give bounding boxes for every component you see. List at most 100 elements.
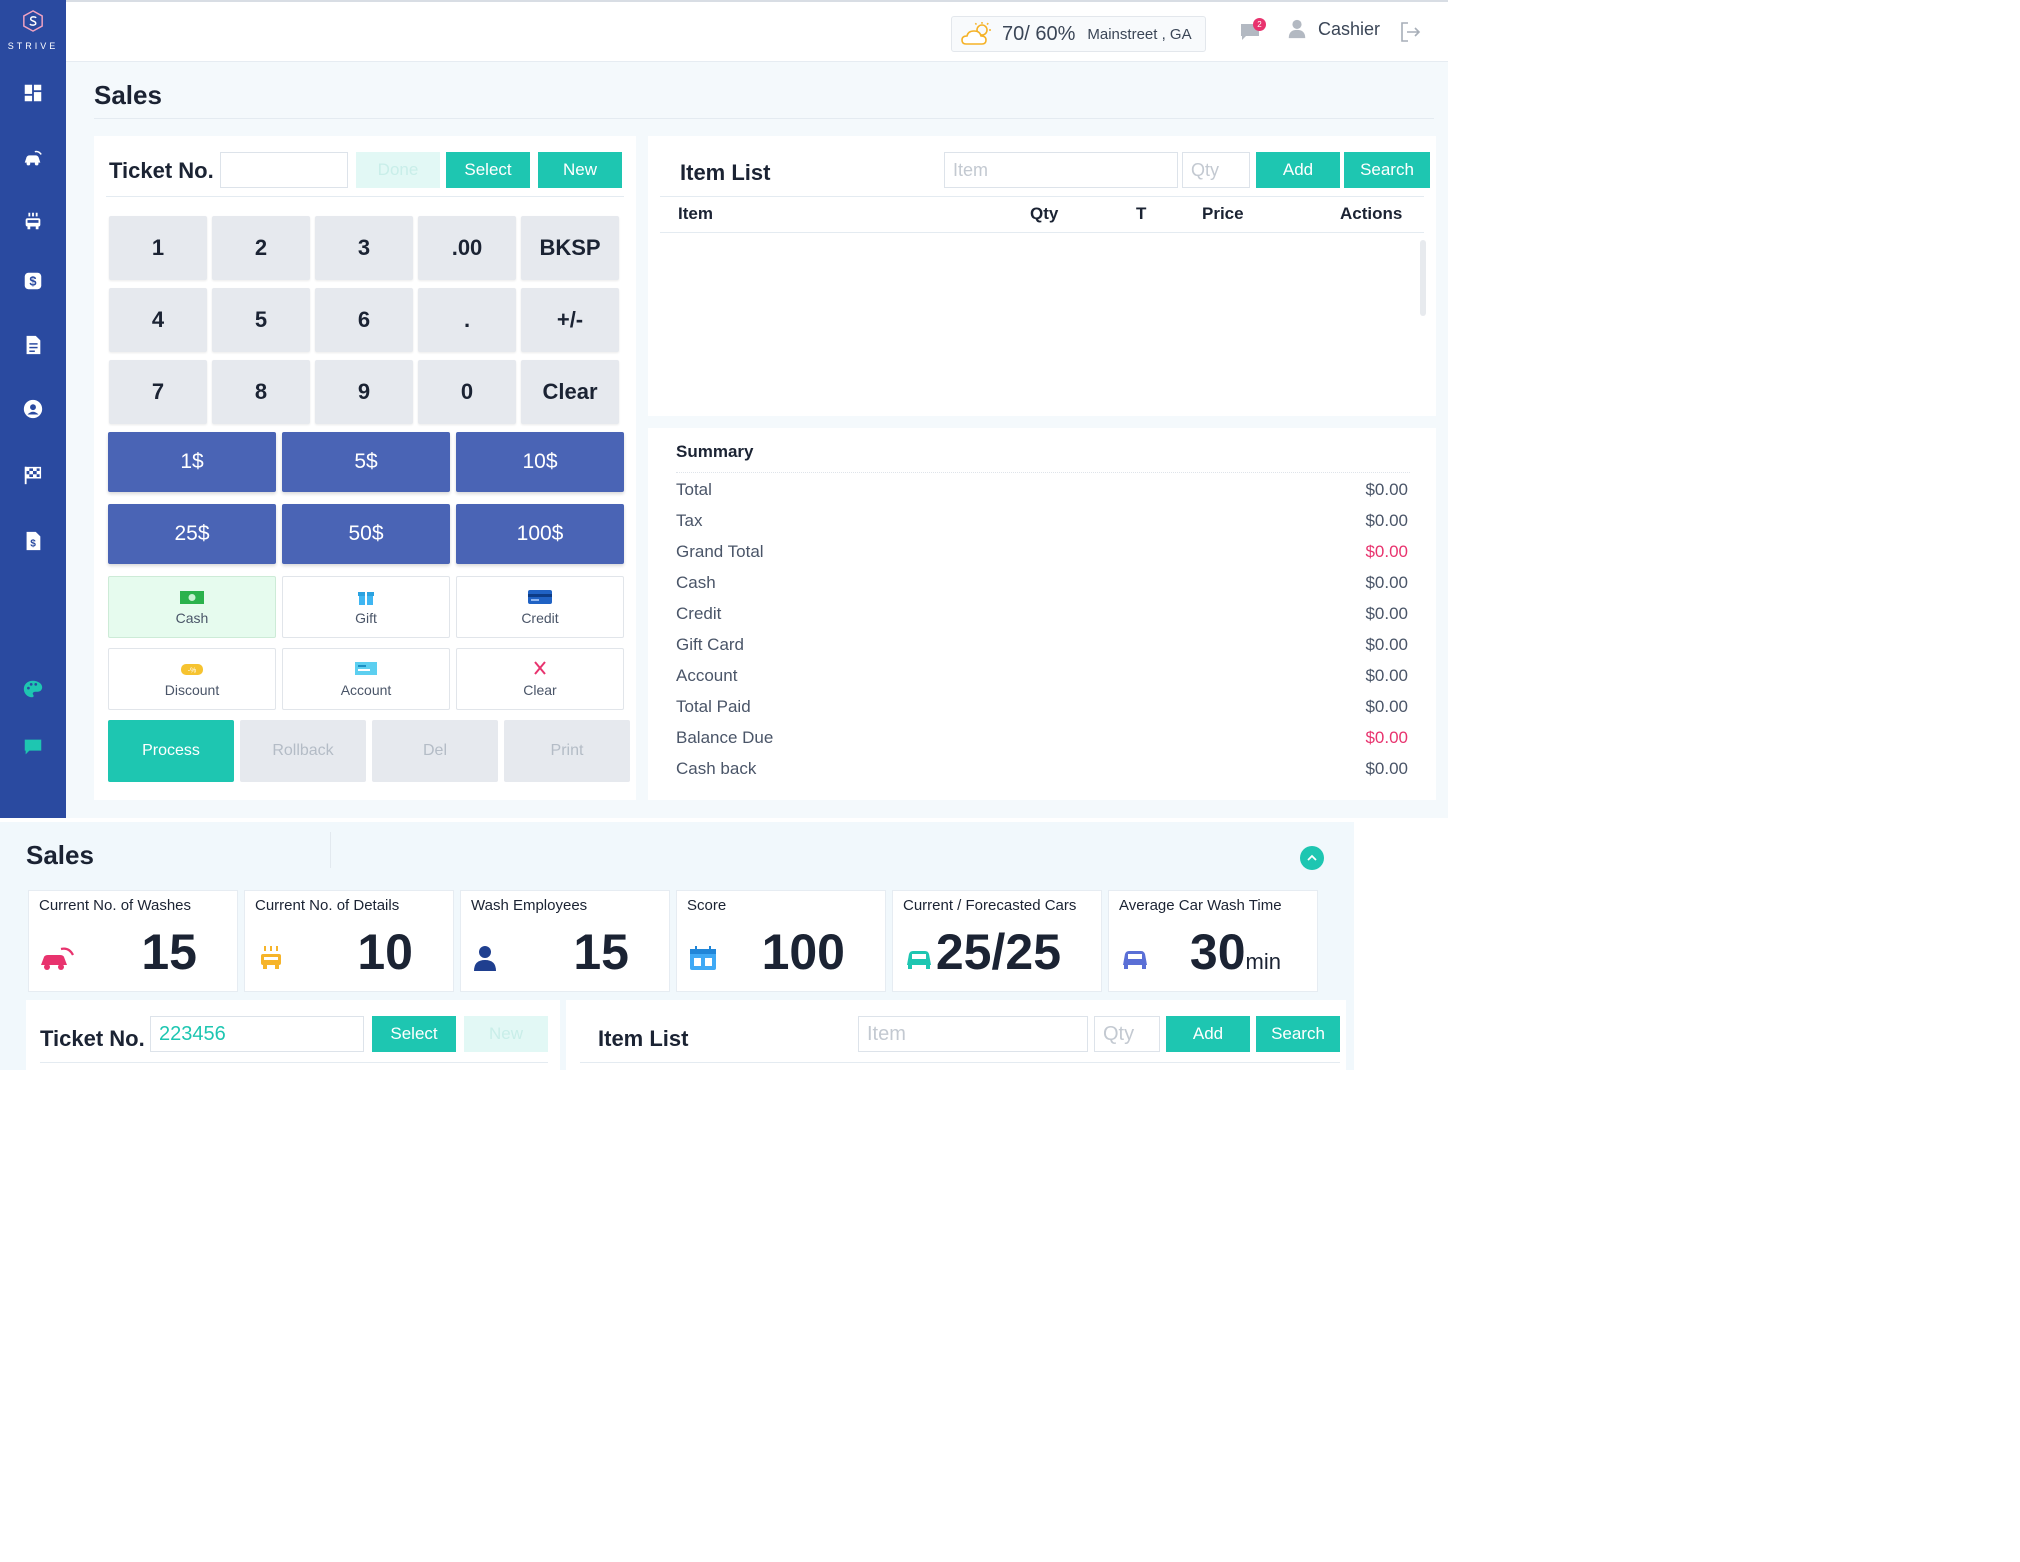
key-0[interactable]: 0: [418, 360, 516, 424]
item-list-header-divider: [660, 232, 1424, 233]
add-item-button[interactable]: Add: [1256, 152, 1340, 188]
column-item: Item: [678, 204, 713, 223]
rollback-button[interactable]: Rollback: [240, 720, 366, 782]
key-5[interactable]: 5: [212, 288, 310, 352]
key-4[interactable]: 4: [109, 288, 207, 352]
collapse-button[interactable]: [1300, 846, 1324, 870]
clear-payment-button[interactable]: Clear: [456, 648, 624, 710]
cash-1-button[interactable]: 1$: [108, 432, 276, 492]
cash-10-button[interactable]: 10$: [456, 432, 624, 492]
cash-50-button[interactable]: 50$: [282, 504, 450, 564]
key-7[interactable]: 7: [109, 360, 207, 424]
weather-temperature: 70/ 60%: [1002, 22, 1076, 45]
item-list-scrollbar[interactable]: [1420, 240, 1426, 316]
cash-5-button[interactable]: 5$: [282, 432, 450, 492]
key-6[interactable]: 6: [315, 288, 413, 352]
item-search-input[interactable]: [858, 1016, 1088, 1052]
sidebar-item-messages[interactable]: [20, 734, 46, 760]
print-button[interactable]: Print: [504, 720, 630, 782]
cash-icon: [180, 591, 204, 604]
payment-gift-button[interactable]: Gift: [282, 576, 450, 638]
key-3[interactable]: 3: [315, 216, 413, 280]
summary-label: Total: [676, 480, 712, 499]
key-dot[interactable]: .: [418, 288, 516, 352]
sidebar-item-theme[interactable]: [20, 676, 46, 702]
summary-value: $0.00: [1365, 480, 1408, 499]
payment-cash-label: Cash: [175, 610, 209, 626]
sidebar-item-wash[interactable]: [20, 146, 46, 172]
invoice-icon: $: [26, 531, 41, 551]
sidebar-item-users[interactable]: [20, 396, 46, 422]
key-clear[interactable]: Clear: [521, 360, 619, 424]
sidebar-item-goals[interactable]: [20, 462, 46, 488]
search-item-button[interactable]: Search: [1344, 152, 1430, 188]
logout-button[interactable]: [1398, 20, 1424, 46]
discount-button[interactable]: -% Discount: [108, 648, 276, 710]
key-8[interactable]: 8: [212, 360, 310, 424]
svg-text:$: $: [30, 539, 36, 550]
qty-input[interactable]: [1182, 152, 1250, 188]
summary-value: $0.00: [1365, 573, 1408, 592]
account-button[interactable]: Account: [282, 648, 450, 710]
calendar-score-icon: [690, 946, 716, 970]
partly-cloudy-icon: [961, 22, 991, 45]
payment-gift-label: Gift: [355, 610, 377, 626]
item-list-panel: Item List Add Search Item Qty T Price Ac…: [648, 136, 1436, 416]
select-button[interactable]: Select: [446, 152, 530, 188]
search-item-button[interactable]: Search: [1256, 1016, 1340, 1052]
stat-number: 30: [1189, 924, 1246, 980]
cash-100-button[interactable]: 100$: [456, 504, 624, 564]
summary-title: Summary: [676, 442, 754, 461]
ticket-number-input[interactable]: [220, 152, 348, 188]
gift-icon: [358, 592, 374, 605]
sidebar: STRIVE $ $: [0, 0, 66, 818]
title-divider: [94, 118, 1434, 119]
column-qty: Qty: [1030, 204, 1059, 223]
stat-value: 10: [357, 924, 413, 980]
document-icon: [26, 335, 41, 355]
key-2[interactable]: 2: [212, 216, 310, 280]
key-backspace[interactable]: BKSP: [521, 216, 619, 280]
done-button[interactable]: Done: [356, 152, 440, 188]
stat-label: Current No. of Washes: [39, 897, 191, 914]
car-wash-icon: [41, 947, 74, 970]
user-menu[interactable]: Cashier: [1286, 18, 1380, 40]
chat-icon: [24, 739, 42, 755]
key-plus-minus[interactable]: +/-: [521, 288, 619, 352]
notifications-button[interactable]: 2: [1238, 18, 1266, 46]
sidebar-item-billing[interactable]: $: [20, 528, 46, 554]
new-button[interactable]: New: [464, 1016, 548, 1052]
summary-value: $0.00: [1365, 666, 1408, 685]
summary-row-account: Account $0.00: [676, 666, 1408, 686]
payment-credit-button[interactable]: Credit: [456, 576, 624, 638]
qty-input[interactable]: [1094, 1016, 1160, 1052]
key-1[interactable]: 1: [109, 216, 207, 280]
delete-button[interactable]: Del: [372, 720, 498, 782]
car-detail-icon: [25, 212, 41, 230]
payment-credit-label: Credit: [521, 610, 559, 626]
account-label: Account: [340, 682, 392, 698]
select-button[interactable]: Select: [372, 1016, 456, 1052]
sidebar-item-details[interactable]: [20, 208, 46, 234]
item-list-divider: [580, 1062, 1340, 1063]
payment-cash-button[interactable]: Cash: [108, 576, 276, 638]
ticket-label: Ticket No.: [109, 158, 214, 183]
sidebar-item-reports[interactable]: [20, 332, 46, 358]
summary-label: Cash: [676, 573, 716, 592]
stat-value: 15: [573, 924, 629, 980]
ticket-number-input[interactable]: [150, 1016, 364, 1052]
brand-logo[interactable]: STRIVE: [0, 10, 66, 51]
summary-value: $0.00: [1365, 697, 1408, 716]
process-button[interactable]: Process: [108, 720, 234, 782]
key-9[interactable]: 9: [315, 360, 413, 424]
svg-text:$: $: [29, 274, 36, 289]
summary-row-grand-total: Grand Total $0.00: [676, 542, 1408, 562]
item-search-input[interactable]: [944, 152, 1178, 188]
sidebar-item-dashboard[interactable]: [20, 80, 46, 106]
add-item-button[interactable]: Add: [1166, 1016, 1250, 1052]
sidebar-item-sales[interactable]: $: [20, 268, 46, 294]
key-decimal-zero[interactable]: .00: [418, 216, 516, 280]
cash-25-button[interactable]: 25$: [108, 504, 276, 564]
new-button[interactable]: New: [538, 152, 622, 188]
account-card-icon: [355, 662, 377, 675]
